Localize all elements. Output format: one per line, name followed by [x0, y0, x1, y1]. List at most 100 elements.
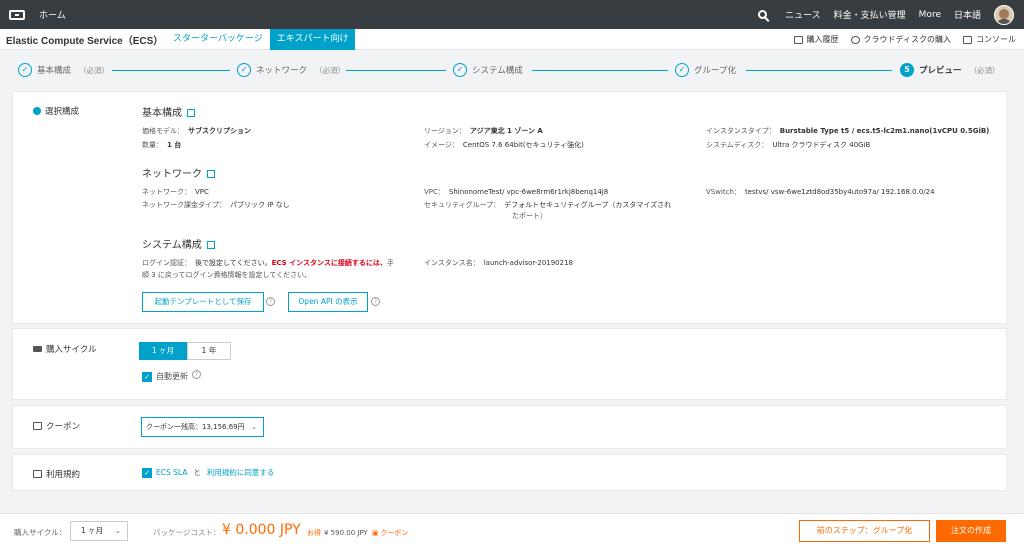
checkbox-icon[interactable]: ✓	[142, 371, 152, 382]
netbill-key: ネットワーク課金タイプ：	[142, 201, 226, 209]
view-api-button[interactable]: Open API の表示	[288, 292, 368, 312]
step-connector	[112, 70, 230, 71]
disk-value: Ultra クラウドディスク 40GiB	[772, 141, 871, 149]
vpc-value: ShinonomeTest/ vpc-6we8rm6r1rkj8benq14j8	[448, 188, 609, 196]
save-template-button[interactable]: 起動テンプレートとして保存	[142, 292, 264, 312]
cycle-option-1year[interactable]: 1 年	[187, 342, 231, 360]
step-basic[interactable]: ✓ 基本構成 （必須）	[18, 63, 109, 77]
more-link[interactable]: More	[919, 10, 941, 20]
coupon-label: クーポン	[33, 420, 80, 432]
step-label: システム構成	[472, 66, 523, 76]
coupon-select-value: クーポン一残高：13,156.69円	[146, 423, 245, 431]
step-label: プレビュー	[919, 66, 962, 76]
billing-link[interactable]: 料金・支払い管理	[834, 8, 906, 21]
edit-icon[interactable]	[187, 109, 195, 117]
step-label: グループ化	[694, 66, 736, 76]
terms-agree: ✓ ECS SLA と 利用規約に同意する	[142, 467, 274, 478]
edit-icon[interactable]	[207, 170, 215, 178]
login-auth: ログイン認証： 後で設定してください。ECS インスタンスに接続するには、手	[142, 258, 394, 268]
savings-label: お得	[307, 529, 321, 537]
purchase-history-link[interactable]: 購入履歴	[793, 34, 839, 45]
coupon-select[interactable]: クーポン一残高：13,156.69円 ⌄	[141, 417, 264, 437]
help-icon[interactable]: ?	[266, 297, 275, 306]
auto-renew[interactable]: ✓ 自動更新 ?	[142, 370, 201, 382]
coupon-icon: ▣	[371, 529, 379, 537]
cycle-label: 購入サイクル	[33, 343, 97, 355]
region-key: リージョン：	[424, 127, 466, 135]
console-label: コンソール	[976, 35, 1016, 44]
chevron-down-icon: ⌄	[251, 423, 257, 431]
tab-starter[interactable]: スターターパッケージ	[166, 29, 270, 50]
sg-value-cont: たポート）	[512, 212, 547, 220]
logo-icon[interactable]	[9, 9, 25, 20]
gear-icon	[33, 107, 41, 115]
terms-link[interactable]: 利用規約に同意する	[207, 467, 275, 478]
vpc: VPC： ShinonomeTest/ vpc-6we8rm6r1rkj8benq…	[424, 187, 608, 197]
security-group-cont: たポート）	[512, 211, 547, 221]
disk-icon	[850, 35, 860, 44]
check-icon: ✓	[675, 63, 689, 77]
step-system[interactable]: ✓ システム構成	[453, 63, 523, 77]
help-icon[interactable]: ?	[371, 297, 380, 306]
auto-renew-label: 自動更新	[156, 372, 188, 381]
console-icon	[963, 35, 972, 44]
system-title-text: システム構成	[142, 240, 202, 251]
bottom-cycle-label: 購入サイクル：	[14, 528, 67, 537]
vsw-key: VSwitch：	[706, 188, 741, 196]
system-title: システム構成	[142, 236, 215, 251]
login-auth-cont: 順 3 に戻ってログイン資格情報を設定してください。	[142, 270, 311, 280]
news-link[interactable]: ニュース	[785, 8, 821, 21]
network-title: ネットワーク	[142, 165, 215, 180]
region-value: アジア東北 1 ゾーン A	[469, 127, 543, 135]
image-key: イメージ：	[424, 141, 459, 149]
login-key: ログイン認証：	[142, 259, 191, 267]
step-label: ネットワーク	[256, 66, 308, 76]
console-link[interactable]: コンソール	[963, 34, 1016, 45]
instance-value: Burstable Type t5 / ecs.t5-lc2m1.nano(1v…	[779, 127, 990, 135]
home-link[interactable]: ホーム	[39, 8, 66, 21]
security-group: セキュリティグループ： デフォルトセキュリティグループ（カスタマイズされ	[424, 200, 671, 210]
basic-title-text: 基本構成	[142, 108, 182, 119]
help-icon[interactable]: ?	[192, 370, 201, 379]
coupon-link[interactable]: クーポン	[380, 529, 408, 537]
buy-disk-link[interactable]: クラウドディスクの購入	[850, 34, 951, 45]
create-order-button[interactable]: 注文の作成	[936, 520, 1006, 542]
package-price: ¥ 0.000 JPY	[222, 522, 301, 538]
billing-value: サブスクリプション	[188, 127, 251, 135]
step-required: （必須）	[79, 65, 110, 75]
step-group[interactable]: ✓ グループ化	[675, 63, 736, 77]
cycle-selector: 1 ヶ月 1 年	[139, 342, 231, 360]
bottom-cycle-select[interactable]: 1 ヶ月 ⌄	[70, 521, 128, 541]
step-number: 5	[900, 63, 914, 77]
avatar[interactable]	[994, 4, 1014, 25]
search-icon[interactable]	[758, 10, 768, 19]
previous-step-button[interactable]: 前のステップ：グループ化	[799, 520, 930, 542]
image: イメージ： CentOS 7.6 64bit(セキュリティ強化)	[424, 140, 584, 150]
terms-card: 利用規約 ✓ ECS SLA と 利用規約に同意する	[12, 454, 1007, 491]
cost-label: パッケージコスト：	[153, 528, 221, 537]
network-billing: ネットワーク課金タイプ： パブリック IP なし	[142, 200, 290, 210]
instance-name: インスタンス名： launch-advisor-20190218	[424, 258, 573, 268]
savings: お得 ¥ 590.00 JPY ▣ クーポン	[307, 528, 408, 538]
cart-icon	[793, 35, 803, 44]
step-required: （必須）	[969, 65, 1000, 75]
product-title: Elastic Compute Service（ECS）	[6, 35, 164, 47]
language-link[interactable]: 日本語	[954, 8, 981, 21]
system-disk: システムディスク： Ultra クラウドディスク 40GiB	[706, 140, 870, 150]
checkbox-icon[interactable]: ✓	[142, 467, 152, 478]
billing-model: 価格モデル： サブスクリプション	[142, 126, 251, 136]
savings-value: ¥ 590.00 JPY	[324, 529, 368, 537]
edit-icon[interactable]	[206, 241, 215, 249]
config-label: 選択構成	[33, 105, 79, 117]
name-key: インスタンス名：	[424, 259, 480, 267]
cycle-label-text: 購入サイクル	[46, 345, 97, 355]
step-network[interactable]: ✓ ネットワーク （必須）	[237, 63, 345, 77]
cycle-option-1month[interactable]: 1 ヶ月	[139, 342, 187, 360]
check-icon: ✓	[237, 63, 251, 77]
step-preview: 5 プレビュー （必須）	[900, 63, 1000, 77]
check-icon: ✓	[453, 63, 467, 77]
step-required: （必須）	[315, 65, 346, 75]
sla-link[interactable]: ECS SLA	[156, 468, 187, 477]
terms-and: と	[193, 468, 201, 477]
tab-expert[interactable]: エキスパート向け	[269, 28, 356, 50]
